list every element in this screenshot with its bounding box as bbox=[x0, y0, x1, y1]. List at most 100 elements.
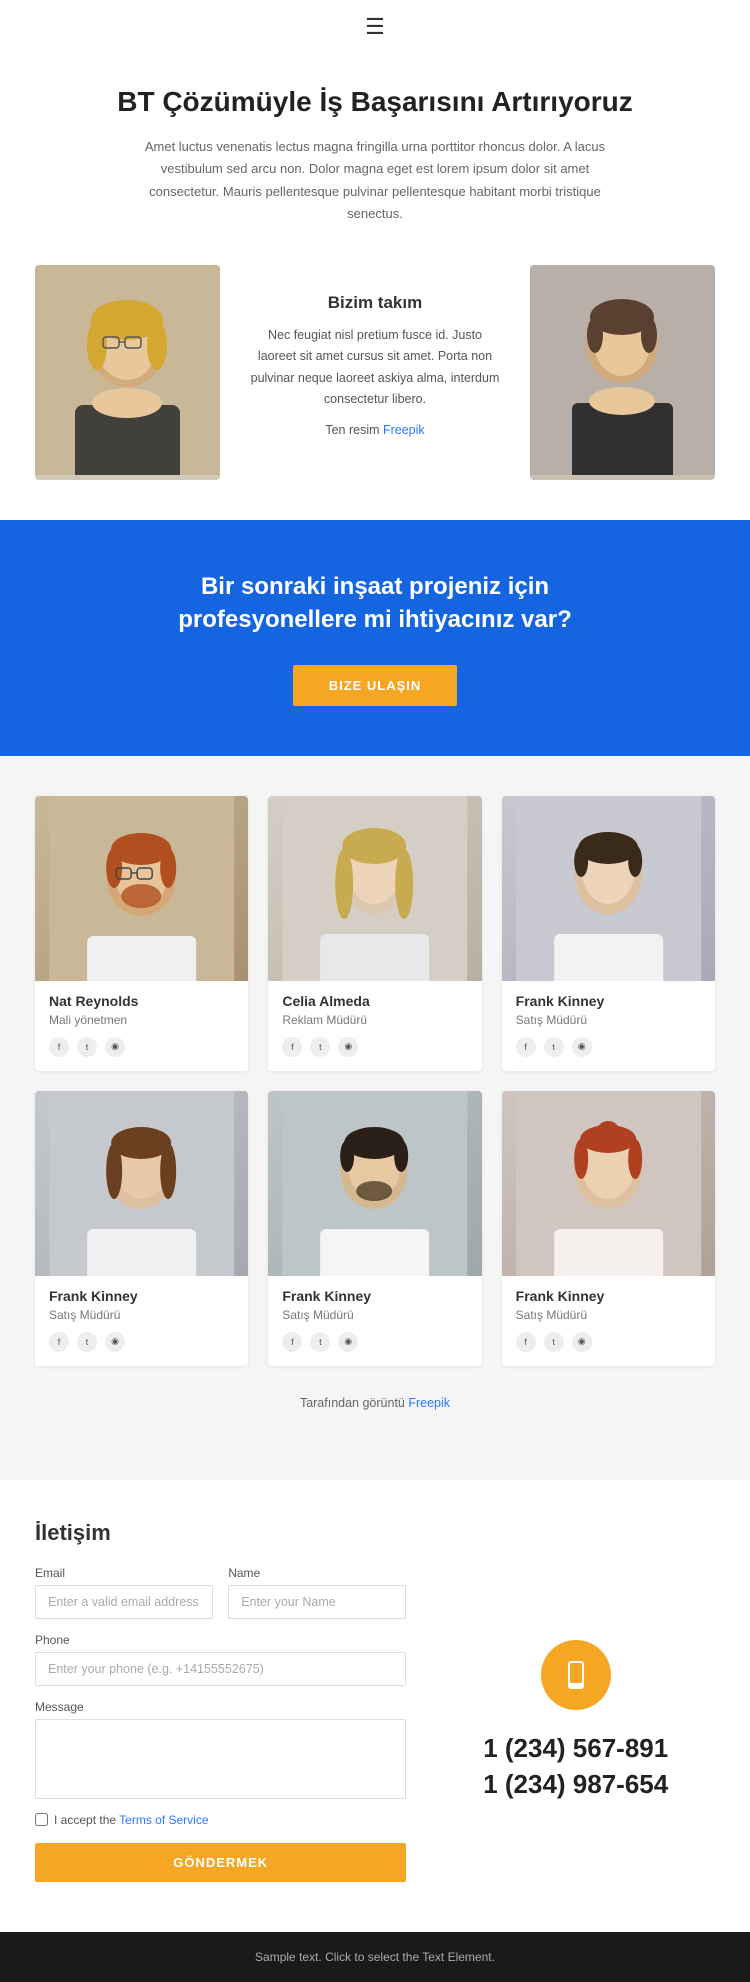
cta-banner: Bir sonraki inşaat projeniz içinprofesyo… bbox=[0, 520, 750, 756]
team-card-photo-4 bbox=[268, 1091, 481, 1276]
twitter-icon-3[interactable]: t bbox=[77, 1332, 97, 1352]
social-icons-4: f t ◉ bbox=[282, 1332, 467, 1352]
phone-input[interactable] bbox=[35, 1652, 406, 1686]
team-intro-link-row: Ten resim Freepik bbox=[250, 420, 500, 441]
team-card-info-5: Frank Kinney Satış Müdürü f t ◉ bbox=[502, 1276, 715, 1366]
team-photo-left bbox=[35, 265, 220, 480]
team-card-4: Frank Kinney Satış Müdürü f t ◉ bbox=[268, 1091, 481, 1366]
freepik-credit: Tarafından görüntü Freepik bbox=[35, 1386, 715, 1440]
team-member-name-2: Frank Kinney bbox=[516, 993, 701, 1009]
hero-section: BT Çözümüyle İş Başarısını Artırıyoruz A… bbox=[0, 54, 750, 265]
phone-number-1: 1 (234) 567-891 1 (234) 987-654 bbox=[483, 1730, 668, 1803]
email-label: Email bbox=[35, 1566, 213, 1580]
team-intro-title: Bizim takım bbox=[250, 293, 500, 313]
twitter-icon-2[interactable]: t bbox=[544, 1037, 564, 1057]
twitter-icon-1[interactable]: t bbox=[310, 1037, 330, 1057]
instagram-icon-5[interactable]: ◉ bbox=[572, 1332, 592, 1352]
team-member-name-3: Frank Kinney bbox=[49, 1288, 234, 1304]
team-member-name-5: Frank Kinney bbox=[516, 1288, 701, 1304]
contact-title: İletişim bbox=[35, 1520, 406, 1546]
navigation: ☰ bbox=[0, 0, 750, 54]
team-card-5: Frank Kinney Satış Müdürü f t ◉ bbox=[502, 1091, 715, 1366]
team-card-info-4: Frank Kinney Satış Müdürü f t ◉ bbox=[268, 1276, 481, 1366]
facebook-icon-4[interactable]: f bbox=[282, 1332, 302, 1352]
team-card-info-3: Frank Kinney Satış Müdürü f t ◉ bbox=[35, 1276, 248, 1366]
phone-group: Phone bbox=[35, 1633, 406, 1686]
instagram-icon-3[interactable]: ◉ bbox=[105, 1332, 125, 1352]
contact-info: 1 (234) 567-891 1 (234) 987-654 bbox=[436, 1520, 715, 1882]
social-icons-1: f t ◉ bbox=[282, 1037, 467, 1057]
hero-description: Amet luctus venenatis lectus magna fring… bbox=[125, 136, 625, 224]
team-card-photo-0 bbox=[35, 796, 248, 981]
instagram-icon-2[interactable]: ◉ bbox=[572, 1037, 592, 1057]
phone-label: Phone bbox=[35, 1633, 406, 1647]
contact-section: İletişim Email Name Phone Message I acce… bbox=[0, 1480, 750, 1932]
instagram-icon-4[interactable]: ◉ bbox=[338, 1332, 358, 1352]
terms-row: I accept the Terms of Service bbox=[35, 1813, 406, 1827]
contact-row-email-name: Email Name bbox=[35, 1566, 406, 1619]
team-card-photo-5 bbox=[502, 1091, 715, 1276]
footer-text: Sample text. Click to select the Text El… bbox=[255, 1950, 495, 1964]
team-member-role-2: Satış Müdürü bbox=[516, 1013, 701, 1027]
team-card-info-0: Nat Reynolds Mali yönetmen f t ◉ bbox=[35, 981, 248, 1071]
social-icons-2: f t ◉ bbox=[516, 1037, 701, 1057]
team-text-center: Bizim takım Nec feugiat nisl pretium fus… bbox=[220, 265, 530, 480]
hero-title: BT Çözümüyle İş Başarısını Artırıyoruz bbox=[80, 84, 670, 120]
name-label: Name bbox=[228, 1566, 406, 1580]
email-group: Email bbox=[35, 1566, 213, 1619]
message-textarea[interactable] bbox=[35, 1719, 406, 1799]
team-card-photo-1 bbox=[268, 796, 481, 981]
instagram-icon-1[interactable]: ◉ bbox=[338, 1037, 358, 1057]
team-card-info-1: Celia Almeda Reklam Müdürü f t ◉ bbox=[268, 981, 481, 1071]
team-member-role-4: Satış Müdürü bbox=[282, 1308, 467, 1322]
twitter-icon-4[interactable]: t bbox=[310, 1332, 330, 1352]
social-icons-5: f t ◉ bbox=[516, 1332, 701, 1352]
team-card-info-2: Frank Kinney Satış Müdürü f t ◉ bbox=[502, 981, 715, 1071]
team-row-1: Nat Reynolds Mali yönetmen f t ◉ bbox=[35, 796, 715, 1071]
social-icons-3: f t ◉ bbox=[49, 1332, 234, 1352]
terms-checkbox[interactable] bbox=[35, 1813, 48, 1826]
cta-button[interactable]: BIZE ULAŞIN bbox=[293, 665, 458, 706]
instagram-icon-0[interactable]: ◉ bbox=[105, 1037, 125, 1057]
team-card-3: Frank Kinney Satış Müdürü f t ◉ bbox=[35, 1091, 248, 1366]
team-member-role-1: Reklam Müdürü bbox=[282, 1013, 467, 1027]
terms-link[interactable]: Terms of Service bbox=[119, 1813, 208, 1827]
footer: Sample text. Click to select the Text El… bbox=[0, 1932, 750, 1982]
twitter-icon-0[interactable]: t bbox=[77, 1037, 97, 1057]
phone-icon bbox=[558, 1657, 594, 1693]
team-intro-section: Bizim takım Nec feugiat nisl pretium fus… bbox=[0, 265, 750, 520]
name-group: Name bbox=[228, 1566, 406, 1619]
freepik-credit-link[interactable]: Freepik bbox=[408, 1396, 450, 1410]
team-member-role-0: Mali yönetmen bbox=[49, 1013, 234, 1027]
contact-form: İletişim Email Name Phone Message I acce… bbox=[35, 1520, 406, 1882]
hamburger-icon[interactable]: ☰ bbox=[365, 14, 385, 40]
team-card-photo-2 bbox=[502, 796, 715, 981]
submit-button[interactable]: GÖNDERMEK bbox=[35, 1843, 406, 1882]
cta-title: Bir sonraki inşaat projeniz içinprofesyo… bbox=[40, 570, 710, 637]
facebook-icon-3[interactable]: f bbox=[49, 1332, 69, 1352]
team-card-2: Frank Kinney Satış Müdürü f t ◉ bbox=[502, 796, 715, 1071]
phone-icon-circle bbox=[541, 1640, 611, 1710]
twitter-icon-5[interactable]: t bbox=[544, 1332, 564, 1352]
team-card-0: Nat Reynolds Mali yönetmen f t ◉ bbox=[35, 796, 248, 1071]
team-member-name-4: Frank Kinney bbox=[282, 1288, 467, 1304]
message-group: Message bbox=[35, 1700, 406, 1799]
team-row-2: Frank Kinney Satış Müdürü f t ◉ bbox=[35, 1091, 715, 1366]
facebook-icon-1[interactable]: f bbox=[282, 1037, 302, 1057]
team-grid-section: Nat Reynolds Mali yönetmen f t ◉ bbox=[0, 756, 750, 1480]
team-member-name-1: Celia Almeda bbox=[282, 993, 467, 1009]
facebook-icon-2[interactable]: f bbox=[516, 1037, 536, 1057]
facebook-icon-0[interactable]: f bbox=[49, 1037, 69, 1057]
email-input[interactable] bbox=[35, 1585, 213, 1619]
team-member-role-3: Satış Müdürü bbox=[49, 1308, 234, 1322]
team-card-photo-3 bbox=[35, 1091, 248, 1276]
social-icons-0: f t ◉ bbox=[49, 1037, 234, 1057]
terms-text: I accept the Terms of Service bbox=[54, 1813, 209, 1827]
team-photo-right bbox=[530, 265, 715, 480]
facebook-icon-5[interactable]: f bbox=[516, 1332, 536, 1352]
name-input[interactable] bbox=[228, 1585, 406, 1619]
team-member-role-5: Satış Müdürü bbox=[516, 1308, 701, 1322]
freepik-link[interactable]: Freepik bbox=[383, 423, 425, 437]
team-card-1: Celia Almeda Reklam Müdürü f t ◉ bbox=[268, 796, 481, 1071]
message-label: Message bbox=[35, 1700, 406, 1714]
